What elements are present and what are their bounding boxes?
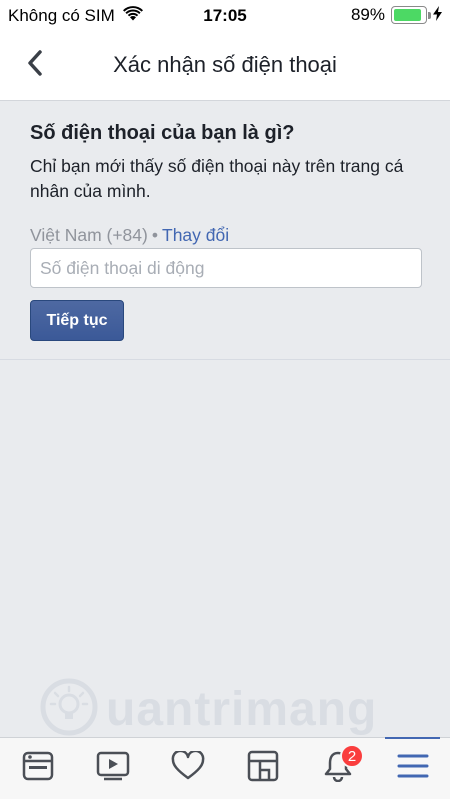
notification-badge: 2 bbox=[340, 744, 364, 768]
country-row: Việt Nam (+84) • Thay đổi bbox=[30, 225, 229, 246]
charging-icon bbox=[433, 6, 442, 24]
tab-video[interactable] bbox=[75, 738, 150, 799]
status-bar: Không có SIM 17:05 89% bbox=[0, 0, 450, 32]
heart-icon bbox=[171, 749, 205, 786]
phone-confirmation-form: Số điện thoại của bạn là gì? Chỉ bạn mới… bbox=[0, 102, 450, 360]
country-code: Việt Nam (+84) bbox=[30, 225, 148, 245]
hamburger-menu-icon bbox=[396, 751, 430, 786]
tab-marketplace[interactable] bbox=[225, 738, 300, 799]
bottom-tab-bar: 2 bbox=[0, 737, 450, 799]
news-feed-icon bbox=[22, 751, 54, 786]
battery-percent: 89% bbox=[350, 5, 385, 24]
continue-button[interactable]: Tiếp tục bbox=[30, 300, 124, 341]
tab-dating[interactable] bbox=[150, 738, 225, 799]
change-country-link[interactable]: Thay đổi bbox=[162, 225, 229, 245]
watermark-text: uantrimang bbox=[106, 683, 378, 736]
video-play-icon bbox=[96, 751, 130, 786]
battery-icon bbox=[391, 6, 431, 24]
phone-number-input[interactable] bbox=[30, 248, 422, 288]
tab-news-feed[interactable] bbox=[0, 738, 75, 799]
lightbulb-logo-icon bbox=[40, 678, 98, 741]
watermark: uantrimang bbox=[40, 678, 377, 741]
separator-dot: • bbox=[151, 225, 158, 245]
form-heading: Số điện thoại của bạn là gì? bbox=[30, 122, 295, 144]
battery-indicator: 89% bbox=[351, 5, 442, 25]
page-title: Xác nhận số điện thoại bbox=[113, 52, 337, 77]
marketplace-icon bbox=[247, 750, 279, 787]
tab-notifications[interactable]: 2 bbox=[300, 738, 375, 799]
navigation-bar: Xác nhận số điện thoại bbox=[0, 32, 450, 101]
form-description: Chỉ bạn mới thấy số điện thoại này trên … bbox=[30, 156, 404, 201]
tab-menu[interactable] bbox=[375, 737, 450, 799]
